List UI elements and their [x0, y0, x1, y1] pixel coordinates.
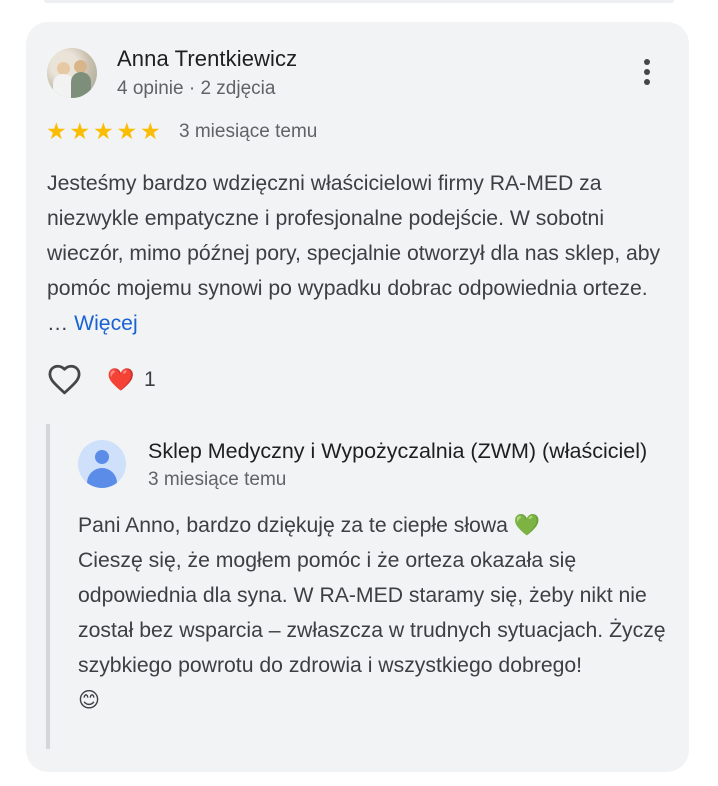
previous-card-edge — [44, 0, 674, 3]
star-icon: ★ — [116, 118, 138, 144]
heart-reaction-icon[interactable]: ❤️ — [107, 365, 134, 395]
more-options-button[interactable] — [632, 56, 662, 88]
owner-avatar-icon — [78, 440, 126, 488]
owner-name: Sklep Medyczny i Wypożyczalnia (ZWM) (wł… — [148, 439, 648, 463]
reply-text: Pani Anno, bardzo dziękuję za te ciepłe … — [78, 514, 666, 712]
review-card: Anna Trentkiewicz 4 opinie · 2 zdjęcia ★… — [26, 22, 689, 772]
review-time: 3 miesiące temu — [179, 121, 318, 142]
reply-divider — [46, 424, 50, 749]
more-vert-icon — [644, 59, 650, 65]
heart-outline-icon[interactable] — [47, 363, 82, 398]
star-icon: ★ — [93, 118, 114, 144]
star-icon: ★ — [69, 118, 91, 144]
star-rating: ★ ★ ★ ★ ★ — [46, 119, 164, 143]
reviewer-meta: 4 opinie · 2 zdjęcia — [117, 78, 276, 99]
more-link[interactable]: Więcej — [74, 312, 138, 335]
star-icon: ★ — [140, 118, 161, 144]
reviewer-avatar[interactable] — [47, 48, 97, 98]
reaction-count: 1 — [144, 368, 156, 391]
review-text: Jesteśmy bardzo wdzięczni właścicielowi … — [47, 172, 661, 335]
star-icon: ★ — [46, 118, 67, 144]
reply-time: 3 miesiące temu — [148, 469, 287, 490]
review-body: Jesteśmy bardzo wdzięczni właścicielowi … — [47, 166, 672, 341]
reviewer-name[interactable]: Anna Trentkiewicz — [117, 46, 297, 72]
